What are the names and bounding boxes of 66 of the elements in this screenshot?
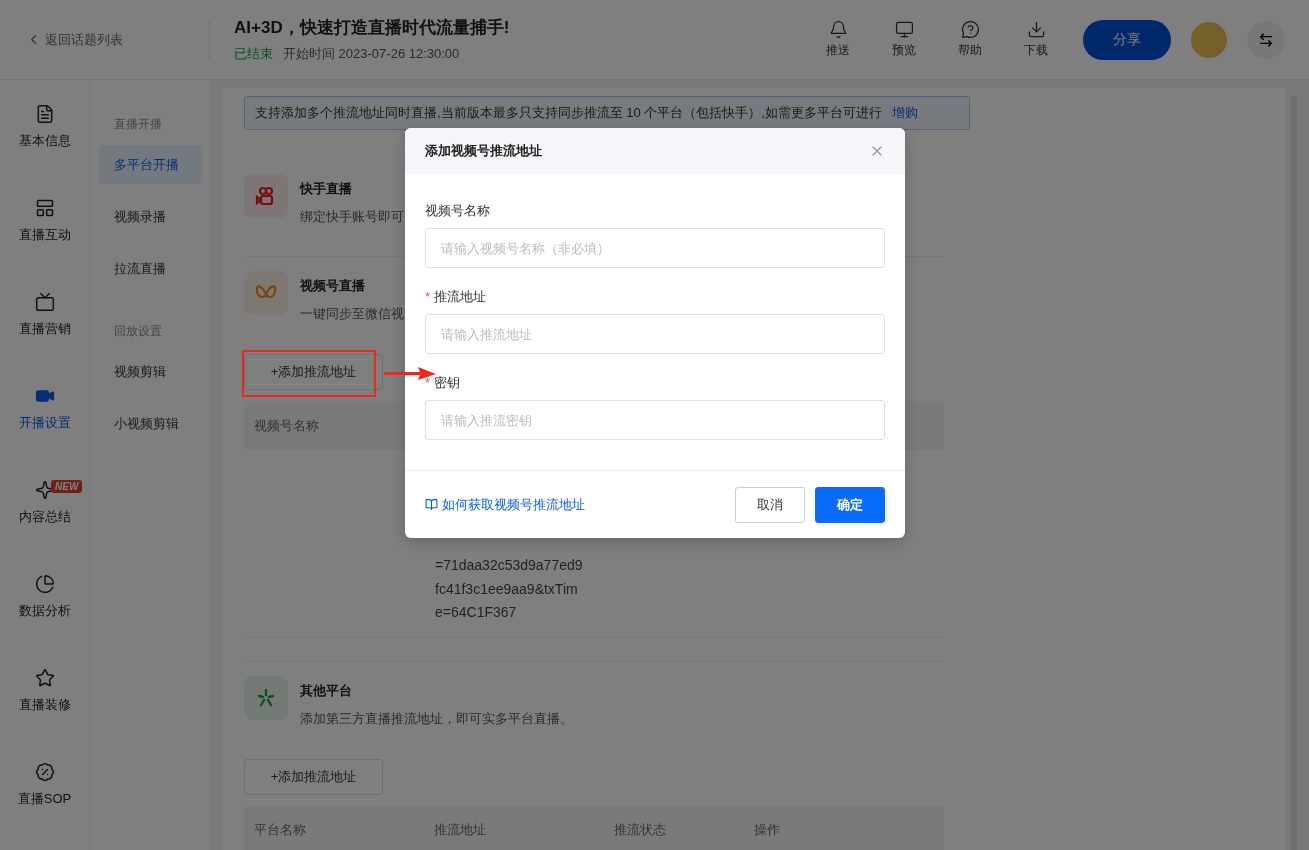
sidebar-item[interactable]: 数据分析: [0, 550, 89, 644]
arrow-icon: [384, 366, 436, 380]
help-link[interactable]: 如何获取视频号推流地址: [425, 495, 725, 514]
status-label: 已结束: [234, 45, 273, 63]
book-icon: [425, 498, 438, 511]
address-text: fc41f3c1ee9aa9&txTim: [435, 579, 579, 599]
sparkle-icon: [256, 687, 276, 708]
help-icon: [960, 20, 980, 39]
platform-description: 添加第三方直播推流地址，即可实多平台直播。: [300, 709, 573, 728]
sop-icon: [34, 762, 55, 782]
column-header: 推流地址: [434, 821, 487, 839]
sidebar-item[interactable]: 开播设置: [0, 362, 89, 456]
group-title: 直播开播: [113, 116, 163, 133]
toolbar-button[interactable]: 推送: [805, 20, 871, 59]
field-label: * 推流地址: [425, 288, 488, 306]
add-address-button[interactable]: +添加推流地址: [244, 354, 383, 390]
download-icon: [1026, 20, 1046, 39]
platform-title: 快手直播: [300, 180, 353, 198]
subnav-item[interactable]: 多平台开播: [99, 145, 202, 184]
event-title: AI+3D，快速打造直播时代流量捕手!: [234, 17, 511, 39]
toolbar-button[interactable]: 下载: [1003, 20, 1069, 59]
cancel-button[interactable]: 取消: [735, 486, 805, 523]
toolbar-button[interactable]: 预览: [871, 20, 937, 59]
subnav-item[interactable]: 视频剪辑: [99, 352, 202, 391]
tv-icon: [34, 292, 55, 312]
sidebar-item[interactable]: 直播装修: [0, 644, 89, 738]
sidebar-item[interactable]: 直播互动: [0, 174, 89, 268]
platform-description: 绑定快手账号即可: [300, 208, 404, 226]
notice-text: 支持添加多个推流地址同时直播,当前版本最多只支持同步推流至 10 个平台（包括快手）,如需更多平台可进行: [255, 104, 882, 122]
sidebar-item[interactable]: 基本信息: [0, 80, 89, 174]
input-field[interactable]: 请输入推流密钥: [425, 400, 885, 440]
add-address-button[interactable]: +添加推流地址: [244, 758, 383, 795]
switch-button[interactable]: [1247, 20, 1285, 59]
platform-title: 其他平台: [300, 681, 353, 700]
input-field[interactable]: 请输入推流地址: [425, 314, 885, 354]
confirm-button[interactable]: 确定: [815, 486, 885, 523]
pie-icon: [34, 574, 55, 594]
column-header: 推流状态: [614, 821, 667, 839]
address-text: e=64C1F367: [435, 603, 518, 622]
platform-title: 视频号直播: [300, 277, 366, 295]
star-icon: [34, 668, 55, 688]
new-badge: NEW: [51, 480, 83, 493]
layout-icon: [34, 198, 55, 218]
subnav-item[interactable]: 拉流直播: [99, 249, 202, 288]
column-header: 视频号名称: [254, 416, 320, 435]
subnav-item[interactable]: 视频录播: [99, 197, 202, 236]
start-time: 开始时间 2023-07-26 12:30:00: [283, 45, 460, 63]
field-label: * 密钥: [425, 374, 462, 392]
sidebar-item[interactable]: NEW 内容总结: [0, 456, 89, 550]
swap-icon: [1258, 31, 1274, 48]
bell-icon: [828, 20, 848, 39]
share-button[interactable]: 分享: [1083, 19, 1171, 60]
sidebar-item[interactable]: 直播营销: [0, 268, 89, 362]
avatar[interactable]: [1191, 21, 1227, 58]
dialog-title: 添加视频号推流地址: [425, 142, 542, 160]
column-header: 操作: [754, 821, 781, 839]
monitor-icon: [894, 20, 914, 39]
sidebar-item[interactable]: 直播SOP: [0, 738, 89, 832]
field-label: 视频号名称: [425, 202, 491, 220]
subnav-item[interactable]: 小视频剪辑: [99, 404, 202, 443]
input-field[interactable]: 请输入视频号名称（非必填）: [425, 228, 885, 268]
purchase-link[interactable]: 增购: [891, 104, 918, 122]
address-text: =71daa32c53d9a77ed9: [435, 556, 584, 575]
toolbar-button[interactable]: 帮助: [937, 20, 1003, 59]
column-header: 平台名称: [254, 821, 307, 839]
back-link[interactable]: 返回话题列表: [26, 30, 209, 49]
